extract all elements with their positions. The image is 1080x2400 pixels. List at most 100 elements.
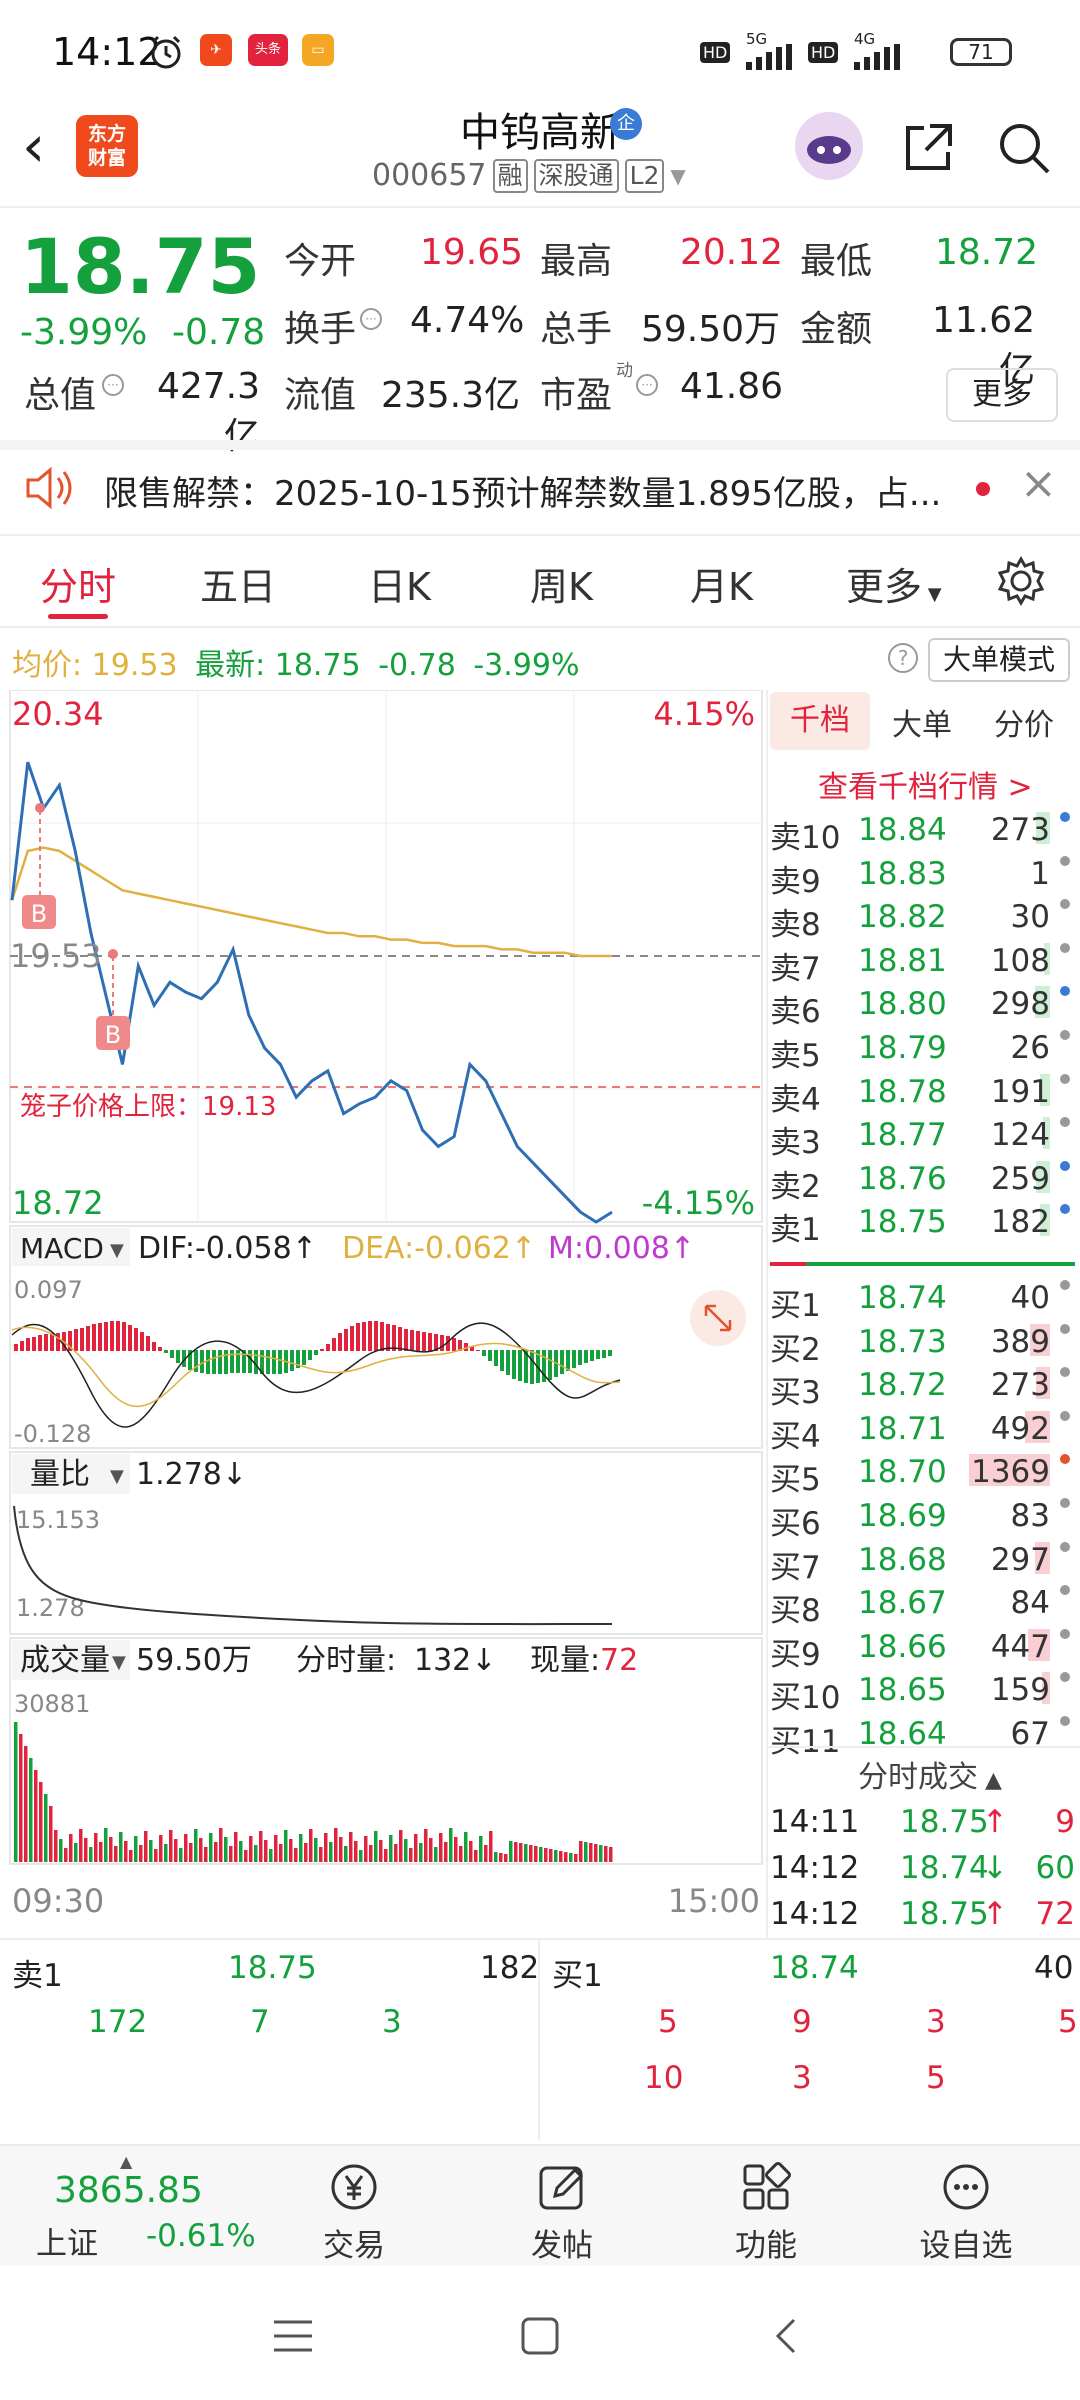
volume-bar [529, 1845, 533, 1862]
volume-bar [114, 1846, 118, 1862]
volume-bar [464, 1832, 468, 1862]
bid-volume: 40 [1010, 1280, 1050, 1316]
panel-divider [766, 690, 768, 1940]
bid-row[interactable]: 买8 18.67 84 [770, 1585, 1070, 1629]
macd-bar [440, 1335, 444, 1351]
bid-price: 18.66 [858, 1628, 947, 1665]
ask-row[interactable]: 卖8 18.82 30 [770, 899, 1070, 943]
volume-bar [214, 1842, 218, 1862]
bid-row[interactable]: 买7 18.68 297 [770, 1541, 1070, 1586]
tab-more[interactable]: 更多 ▼ [846, 556, 942, 611]
macd-bar [500, 1350, 504, 1371]
info-icon-3[interactable]: ··· [636, 374, 658, 396]
intraday-chart[interactable]: 20.34 19.53 18.72 4.15% -4.15% 笼子价格上限：19… [0, 690, 764, 1940]
assistant-avatar[interactable] [795, 112, 863, 180]
more-button[interactable]: 更多 [946, 368, 1058, 422]
bid-row[interactable]: 买2 18.73 389 [770, 1323, 1070, 1368]
index-value[interactable]: 3865.85 [54, 2170, 203, 2211]
tab-monthly-k[interactable]: 月K [690, 556, 753, 611]
ask-row[interactable]: 卖4 18.78 191 [770, 1073, 1070, 1118]
ask-row[interactable]: 卖2 18.76 259 [770, 1160, 1070, 1205]
macd-bar [44, 1334, 48, 1351]
volume-bar [84, 1838, 88, 1862]
bid-row[interactable]: 买9 18.66 447 [770, 1628, 1070, 1673]
bid-volume: 159 [990, 1672, 1050, 1709]
ask-row[interactable]: 卖7 18.81 108 [770, 942, 1070, 987]
macd-bar [32, 1337, 36, 1351]
help-icon[interactable]: ? [888, 643, 918, 673]
index-change[interactable]: -0.61% [146, 2218, 256, 2254]
tab-weekly-k[interactable]: 周K [530, 556, 593, 611]
close-icon[interactable]: × [1020, 458, 1057, 509]
macd-bar [338, 1333, 342, 1351]
search-icon[interactable] [996, 120, 1052, 176]
bid-dot-icon [1060, 1585, 1070, 1596]
volume-bar [304, 1843, 308, 1862]
home-icon[interactable] [520, 2316, 560, 2356]
volume-bar [289, 1839, 293, 1862]
ask-row[interactable]: 卖1 18.75 182 [770, 1204, 1070, 1248]
ask-row[interactable]: 卖6 18.80 298 [770, 986, 1070, 1030]
macd-bar [326, 1344, 330, 1351]
info-icon[interactable]: ··· [360, 308, 382, 330]
tab-daily-k[interactable]: 日K [368, 556, 431, 611]
volume-bar [144, 1831, 148, 1862]
dropdown-icon[interactable]: ▼ [670, 164, 685, 188]
ask-row[interactable]: 卖5 18.79 26 [770, 1030, 1070, 1074]
volume-bar [379, 1840, 383, 1862]
ask-level-label: 卖2 [770, 1168, 821, 1205]
macd-bar [152, 1342, 156, 1351]
bid-row[interactable]: 买4 18.71 492 [770, 1410, 1070, 1455]
menu-icon[interactable] [272, 2318, 314, 2354]
ask-queue-item: 172 [88, 2004, 148, 2040]
bid-row[interactable]: 买6 18.69 83 [770, 1498, 1070, 1542]
ask-dot-icon [1060, 986, 1070, 997]
tab-big-orders[interactable]: 大单 [892, 700, 952, 744]
tab-orderbook-depth[interactable]: 千档 [770, 692, 870, 750]
ask-volume: 273 [990, 812, 1050, 848]
bid-row[interactable]: 买10 18.65 159 [770, 1672, 1070, 1716]
big-order-mode-button[interactable]: 大单模式 [928, 638, 1070, 682]
volume-bar [314, 1838, 318, 1862]
share-icon[interactable] [900, 120, 956, 176]
macd-bar [608, 1350, 612, 1356]
volume-bar [444, 1842, 448, 1862]
view-depth-link[interactable]: 查看千档行情 > [818, 762, 1033, 806]
ask-row[interactable]: 卖10 18.84 273 [770, 812, 1070, 856]
macd-bar [26, 1338, 30, 1351]
bid-row[interactable]: 买1 18.74 40 [770, 1280, 1070, 1324]
tab-price-dist[interactable]: 分价 [994, 700, 1054, 744]
nav-trade[interactable]: 交易 [294, 2160, 414, 2265]
nav-functions-label: 功能 [735, 2228, 797, 2264]
macd-dif-line [11, 1322, 621, 1428]
volume-bar [554, 1850, 558, 1862]
macd-bar [482, 1350, 486, 1356]
macd-bar [596, 1350, 600, 1359]
open-label: 今开 [284, 241, 357, 282]
info-icon-2[interactable]: ··· [102, 374, 124, 396]
bid-queue-item: 3 [926, 2004, 946, 2040]
latest-value: 18.75 [274, 648, 361, 683]
bid-row[interactable]: 买5 18.70 1369 [770, 1454, 1070, 1498]
back-nav-icon[interactable] [770, 2316, 800, 2356]
volume-bar [524, 1844, 528, 1862]
ask-dot-icon [1060, 1117, 1070, 1128]
tab-five-day[interactable]: 五日 [200, 556, 276, 611]
pe-label: 市盈 [540, 375, 613, 416]
nav-functions[interactable]: 功能 [706, 2160, 826, 2265]
app-notify-icon: ✈ [200, 34, 232, 66]
ask-level-label: 卖9 [770, 863, 821, 900]
low-value: 18.72 [935, 232, 1039, 273]
system-nav-bar [0, 2270, 1080, 2400]
index-name[interactable]: 上证 [36, 2218, 98, 2263]
ask-row[interactable]: 卖3 18.77 124 [770, 1117, 1070, 1161]
tab-intraday[interactable]: 分时 [40, 556, 116, 611]
macd-bar [254, 1350, 258, 1374]
bid-row[interactable]: 买3 18.72 273 [770, 1367, 1070, 1411]
ask-row[interactable]: 卖9 18.83 1 [770, 855, 1070, 900]
nav-post[interactable]: 发帖 [502, 2160, 622, 2265]
settings-gear-icon[interactable] [996, 556, 1046, 606]
change-percent: -3.99% [20, 312, 148, 353]
tick-trades-title[interactable]: 分时成交 ▲ [858, 1752, 1002, 1796]
nav-add-watchlist[interactable]: 设自选 [906, 2160, 1026, 2265]
